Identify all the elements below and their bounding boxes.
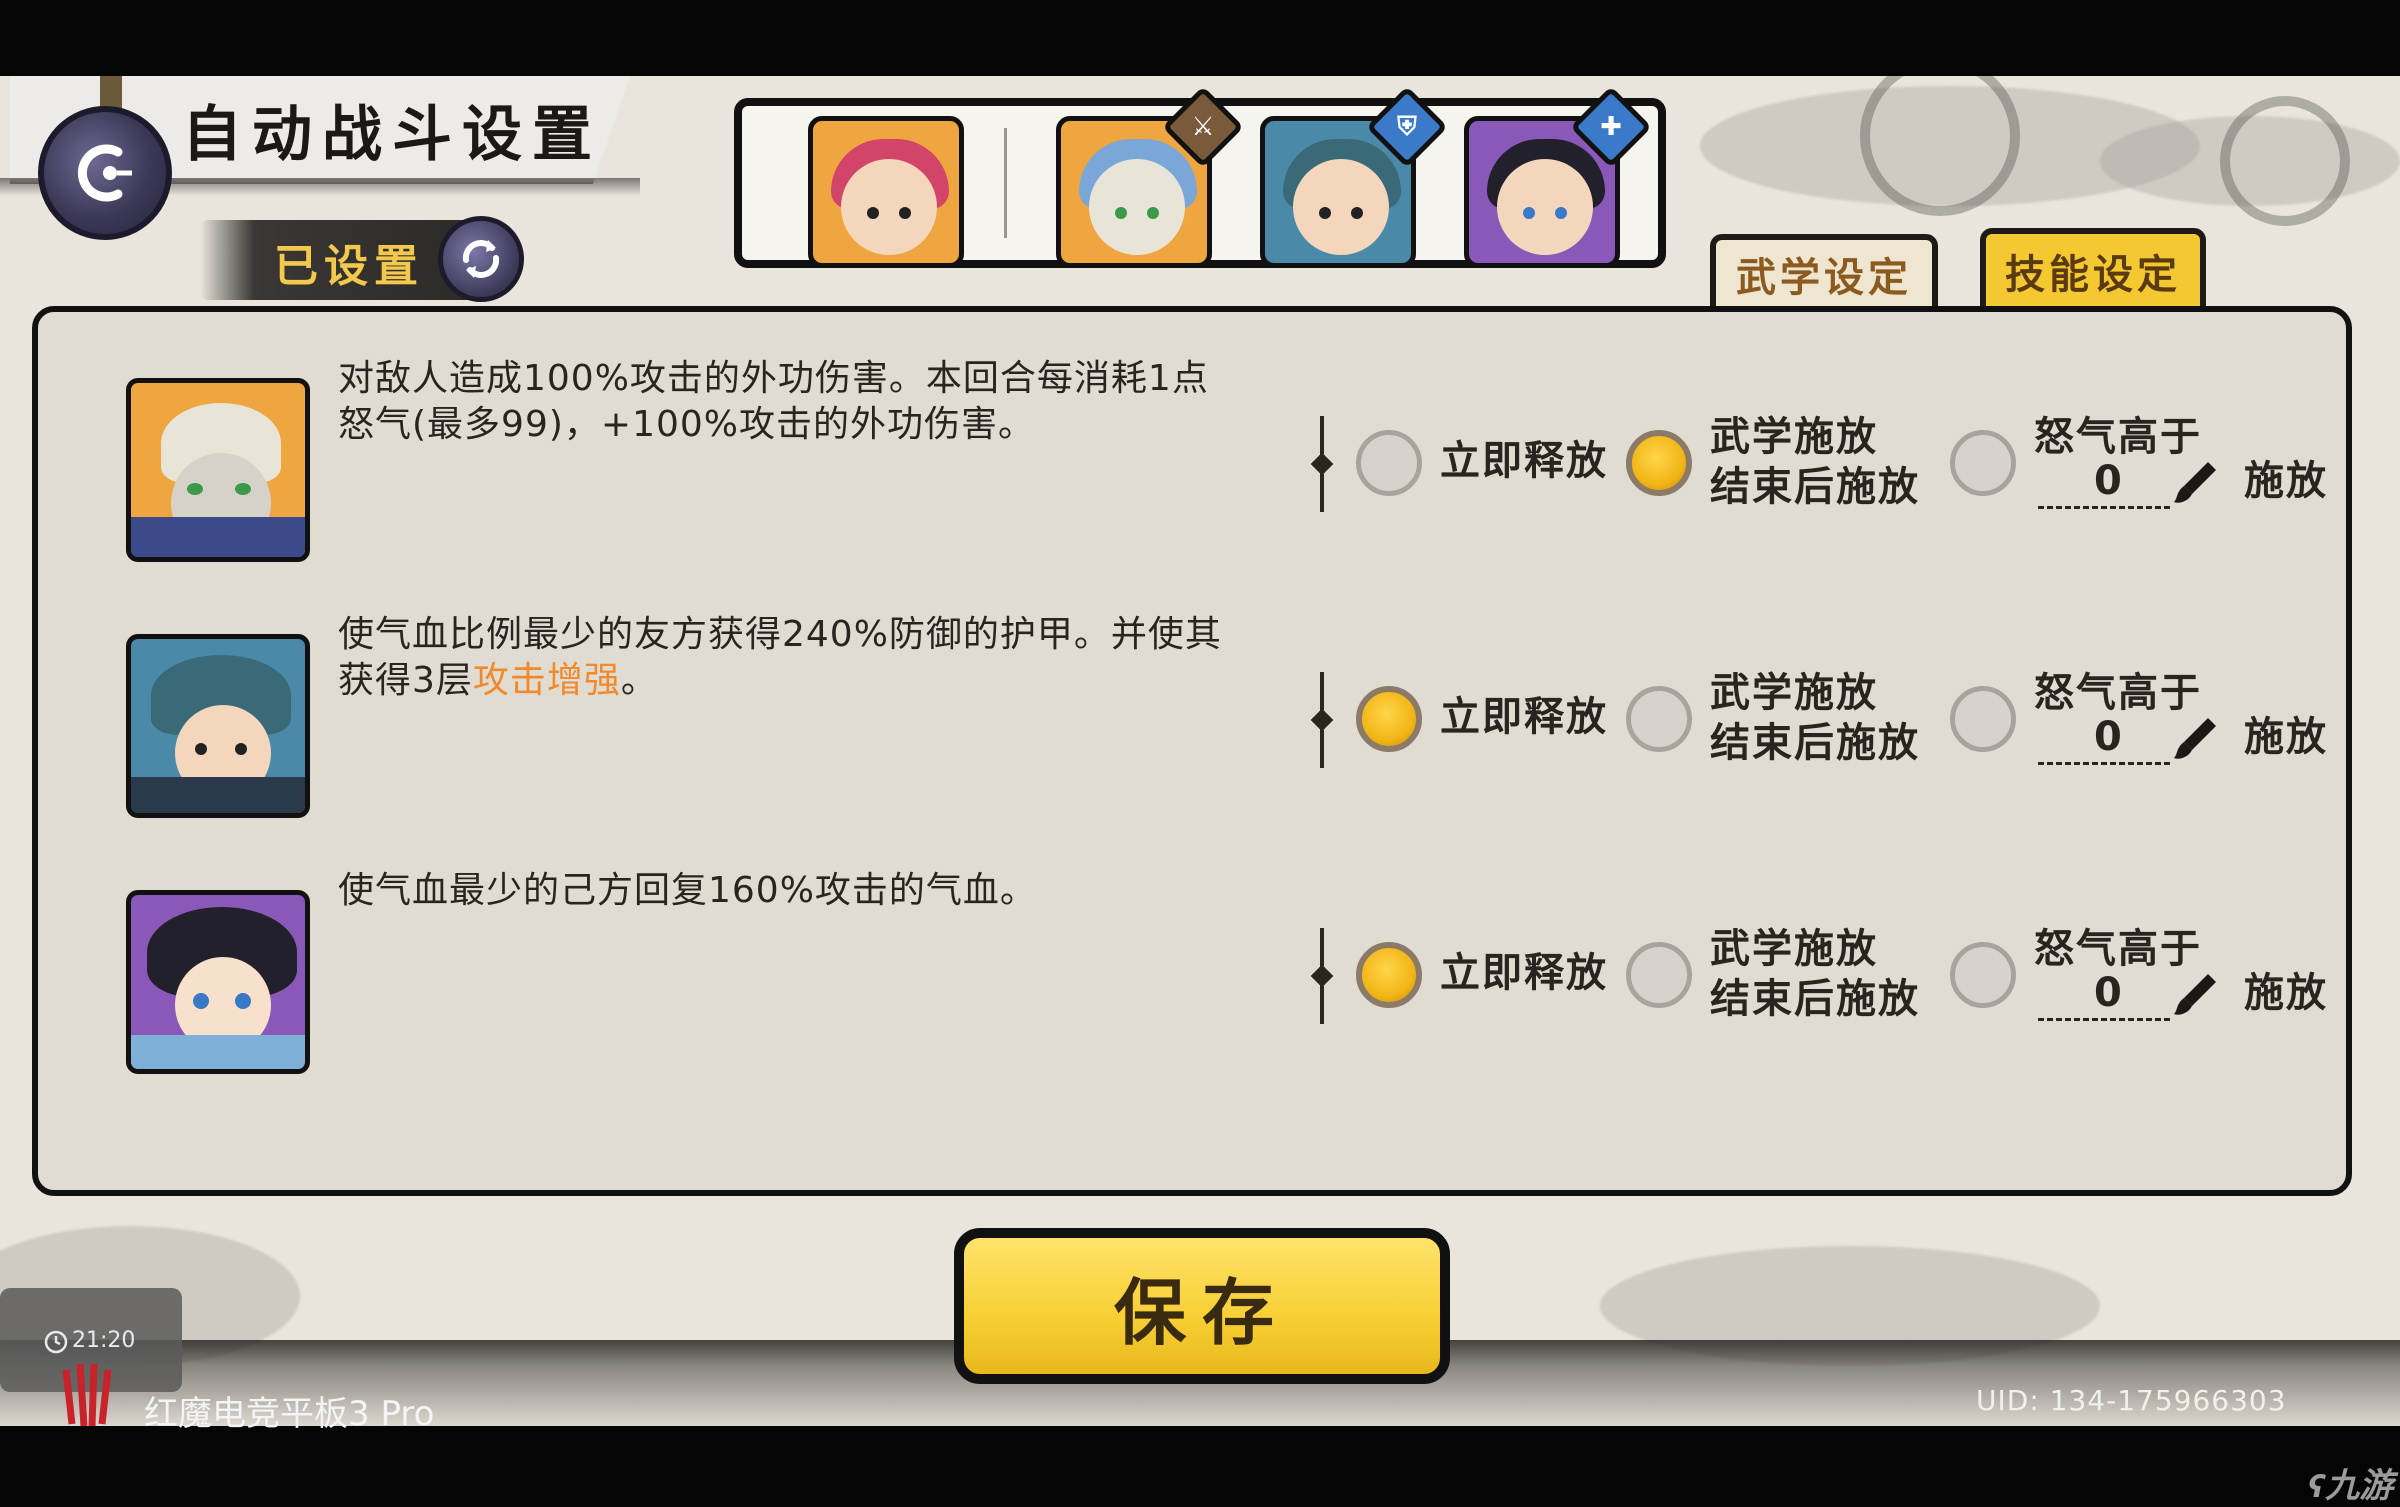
skill-desc-line: 怒气(最多99)，+100%攻击的外功伤害。 <box>338 404 1035 445</box>
option-rage-cast-label[interactable]: 施放 <box>2244 712 2328 762</box>
user-id: UID: 134-175966303 <box>1976 1384 2287 1417</box>
skill-desc-text: 获得3层 <box>338 660 473 701</box>
hero-strip: ⚔ ⛨ ✚ <box>734 85 1666 268</box>
option-after-martial-line: 武学施放 <box>1710 926 1878 972</box>
option-rage-cast-label[interactable]: 施放 <box>2244 456 2328 506</box>
radio-rage-threshold[interactable] <box>1950 430 2016 496</box>
option-separator-dot <box>1310 708 1334 732</box>
option-after-martial-label[interactable]: 武学施放 结束后施放 <box>1710 412 1920 512</box>
rage-input-underline <box>2038 506 2170 509</box>
radio-after-martial[interactable] <box>1626 942 1692 1008</box>
skill-portrait-2 <box>126 634 310 818</box>
radio-immediate[interactable] <box>1356 430 1422 496</box>
skill-description: 使气血最少的己方回复160%攻击的气血。 <box>338 868 1328 914</box>
site-watermark: ʕ九游 <box>2308 1458 2393 1507</box>
option-separator-dot <box>1310 452 1334 476</box>
radio-immediate[interactable] <box>1356 942 1422 1008</box>
skill-portrait-1 <box>126 378 310 562</box>
option-rage-label[interactable]: 怒气高于 <box>2034 412 2202 462</box>
strip-divider <box>1004 128 1007 238</box>
radio-after-martial[interactable] <box>1626 430 1692 496</box>
redmagic-logo-icon <box>60 1360 116 1430</box>
back-button[interactable] <box>38 106 172 240</box>
rage-value-input[interactable]: 0 <box>2094 458 2122 504</box>
radio-rage-threshold[interactable] <box>1950 942 2016 1008</box>
skill-row-1: 对敌人造成100%攻击的外功伤害。本回合每消耗1点 怒气(最多99)，+100%… <box>38 292 2346 562</box>
device-name: 红魔电竞平板3 Pro <box>144 1394 435 1434</box>
option-immediate-label[interactable]: 立即释放 <box>1440 436 1608 486</box>
rage-input-underline <box>2038 762 2170 765</box>
option-after-martial-line: 结束后施放 <box>1710 464 1920 510</box>
hero-portrait-1[interactable] <box>808 116 964 268</box>
skill-description: 使气血比例最少的友方获得240%防御的护甲。并使其 获得3层攻击增强。 <box>338 612 1328 704</box>
option-after-martial-line: 结束后施放 <box>1710 720 1920 766</box>
clock-time: 21:20 <box>72 1328 136 1353</box>
option-separator-dot <box>1310 964 1334 988</box>
rage-input-underline <box>2038 1018 2170 1021</box>
option-immediate-label[interactable]: 立即释放 <box>1440 692 1608 742</box>
watermark-text: 九游 <box>2325 1466 2394 1506</box>
swap-icon[interactable] <box>438 216 524 302</box>
edit-brush-icon[interactable] <box>2170 714 2220 764</box>
skill-desc-line: 使气血比例最少的友方获得240%防御的护甲。并使其 <box>338 614 1222 655</box>
skill-desc-line: 对敌人造成100%攻击的外功伤害。本回合每消耗1点 <box>338 358 1209 399</box>
configured-label: 已设置 <box>274 241 424 292</box>
option-rage-label[interactable]: 怒气高于 <box>2034 668 2202 718</box>
option-after-martial-line: 结束后施放 <box>1710 976 1920 1022</box>
back-arrow-icon <box>70 138 140 208</box>
skill-desc-line: 使气血最少的己方回复160%攻击的气血。 <box>338 870 1037 911</box>
skill-desc-line: 获得3层攻击增强。 <box>338 658 1328 704</box>
page-title: 自动战斗设置 <box>182 100 602 170</box>
save-button[interactable]: 保存 <box>954 1228 1450 1384</box>
watermark-logo-icon: ʕ <box>2308 1470 2326 1505</box>
option-rage-cast-label[interactable]: 施放 <box>2244 968 2328 1018</box>
edit-brush-icon[interactable] <box>2170 458 2220 508</box>
skill-description: 对敌人造成100%攻击的外功伤害。本回合每消耗1点 怒气(最多99)，+100%… <box>338 356 1328 448</box>
buff-keyword[interactable]: 攻击增强 <box>473 660 621 701</box>
option-after-martial-line: 武学施放 <box>1710 670 1878 716</box>
skill-portrait-3 <box>126 890 310 1074</box>
radio-after-martial[interactable] <box>1626 686 1692 752</box>
option-after-martial-label[interactable]: 武学施放 结束后施放 <box>1710 668 1920 768</box>
rage-value-input[interactable]: 0 <box>2094 970 2122 1016</box>
option-after-martial-line: 武学施放 <box>1710 414 1878 460</box>
skill-desc-text: 。 <box>620 660 658 701</box>
option-rage-label[interactable]: 怒气高于 <box>2034 924 2202 974</box>
skill-row-2: 使气血比例最少的友方获得240%防御的护甲。并使其 获得3层攻击增强。 立即释放… <box>38 548 2346 818</box>
skill-settings-panel: 对敌人造成100%攻击的外功伤害。本回合每消耗1点 怒气(最多99)，+100%… <box>32 306 2352 1196</box>
radio-immediate[interactable] <box>1356 686 1422 752</box>
radio-rage-threshold[interactable] <box>1950 686 2016 752</box>
clock-icon <box>44 1330 68 1354</box>
option-immediate-label[interactable]: 立即释放 <box>1440 948 1608 998</box>
skill-row-3: 使气血最少的己方回复160%攻击的气血。 立即释放 武学施放 结束后施放 怒气高… <box>38 804 2346 1074</box>
rage-value-input[interactable]: 0 <box>2094 714 2122 760</box>
edit-brush-icon[interactable] <box>2170 970 2220 1020</box>
option-after-martial-label[interactable]: 武学施放 结束后施放 <box>1710 924 1920 1024</box>
swirl-decoration <box>2220 96 2350 226</box>
